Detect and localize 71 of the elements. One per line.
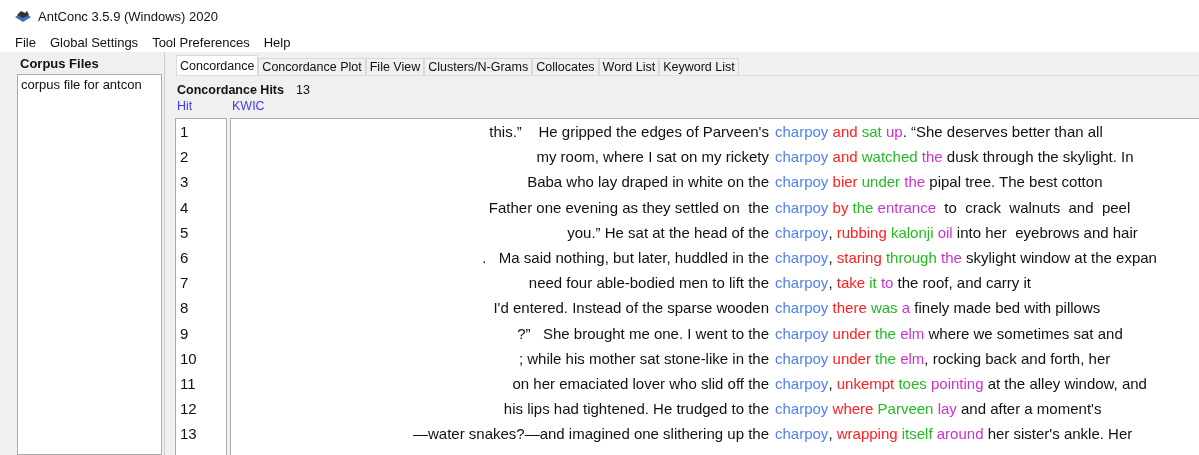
left-context: —water snakes?—and imagined one slithering up the	[411, 425, 769, 443]
menu-item[interactable]: Help	[256, 34, 298, 50]
hits-count: 13	[295, 83, 310, 97]
keyword[interactable]: charpoy	[775, 173, 829, 191]
keyword[interactable]: charpoy	[775, 198, 829, 216]
hit-number: 9	[180, 324, 189, 342]
tab[interactable]: Concordance	[176, 55, 259, 75]
right-context: there was a finely made bed with pillows	[831, 299, 1101, 317]
hit-number: 10	[180, 349, 197, 367]
panel-heading: Corpus Files	[19, 55, 100, 73]
right-context: , wrapping itself around her sister's ankle. Her	[828, 425, 1133, 443]
right-context: , rubbing kalonji oil into her eyebrows and hair	[828, 223, 1138, 241]
tab[interactable]: File View	[365, 58, 425, 75]
left-context: this.” He gripped the edges of Parveen's	[488, 123, 769, 141]
menu-item[interactable]: File	[8, 34, 43, 50]
keyword[interactable]: charpoy	[775, 324, 829, 342]
right-context: and sat up. “She deserves better than all	[831, 123, 1103, 141]
left-context: I'd entered. Instead of the sparse wooden	[492, 299, 769, 317]
hit-number: 12	[180, 400, 197, 418]
right-context: by the entrance to crack walnuts and peel	[831, 198, 1131, 216]
keyword[interactable]: charpoy	[775, 400, 829, 418]
keyword[interactable]: charpoy	[775, 425, 829, 443]
keyword[interactable]: charpoy	[775, 349, 829, 367]
right-context: where Parveen lay and after a moment's	[831, 400, 1102, 418]
column-header[interactable]: Hit	[175, 99, 232, 113]
file-item[interactable]: corpus file for antcon	[21, 77, 142, 92]
left-context: you.” He sat at the head of the	[566, 223, 769, 241]
left-context: need four able-bodied men to lift the	[527, 274, 769, 292]
menu-item[interactable]: Global Settings	[42, 34, 146, 50]
hit-number: 5	[180, 223, 189, 241]
right-context: bier under the pipal tree. The best cotton	[831, 173, 1103, 191]
right-context: under the elm where we sometimes sat and	[831, 324, 1123, 342]
left-context: his lips had tightened. He trudged to the	[502, 400, 769, 418]
tab[interactable]: Word List	[598, 58, 660, 75]
left-context: on her emaciated lover who slid off the	[511, 374, 769, 392]
menu-item[interactable]: Tool Preferences	[145, 34, 257, 50]
hits-label: Concordance Hits	[177, 83, 284, 97]
keyword[interactable]: charpoy	[775, 249, 829, 267]
hit-number: 2	[180, 148, 189, 166]
hit-number: 13	[180, 425, 197, 443]
right-context: , take it to the roof, and carry it	[828, 274, 1031, 292]
left-context: my room, where I sat on my rickety	[535, 148, 769, 166]
right-context: , staring through the skylight window at the expan	[828, 249, 1157, 267]
tab[interactable]: Keyword List	[659, 58, 739, 75]
hit-number: 6	[180, 249, 189, 267]
left-context: . Ma said nothing, but later, huddled in the	[481, 249, 769, 267]
hit-number: 7	[180, 274, 189, 292]
keyword[interactable]: charpoy	[775, 374, 829, 392]
keyword[interactable]: charpoy	[775, 223, 829, 241]
hit-number: 11	[180, 374, 196, 392]
right-context: under the elm, rocking back and forth, her	[831, 349, 1111, 367]
window-title: AntConc 3.5.9 (Windows) 2020	[38, 8, 218, 24]
keyword[interactable]: charpoy	[775, 299, 829, 317]
keyword[interactable]: charpoy	[775, 274, 829, 292]
hit-number: 3	[180, 173, 189, 191]
right-context: and watched the dusk through the skylight. In	[831, 148, 1134, 166]
tab[interactable]: Concordance Plot	[258, 58, 366, 75]
hit-number: 1	[180, 123, 189, 141]
left-context: Father one evening as they settled on the	[487, 198, 769, 216]
left-context: ; while his mother sat stone-like in the	[517, 349, 769, 367]
hit-number: 4	[180, 198, 189, 216]
left-context: Baba who lay draped in white on the	[526, 173, 769, 191]
keyword[interactable]: charpoy	[775, 148, 829, 166]
column-header[interactable]: KWIC	[232, 99, 265, 113]
keyword[interactable]: charpoy	[775, 123, 829, 141]
hit-number: 8	[180, 299, 189, 317]
app-logo-icon	[14, 9, 32, 23]
left-context: ?” She brought me one. I went to the	[516, 324, 769, 342]
tab[interactable]: Collocates	[532, 58, 599, 75]
right-context: , unkempt toes pointing at the alley window, and	[828, 374, 1147, 392]
tab[interactable]: Clusters/N-Grams	[424, 58, 533, 75]
